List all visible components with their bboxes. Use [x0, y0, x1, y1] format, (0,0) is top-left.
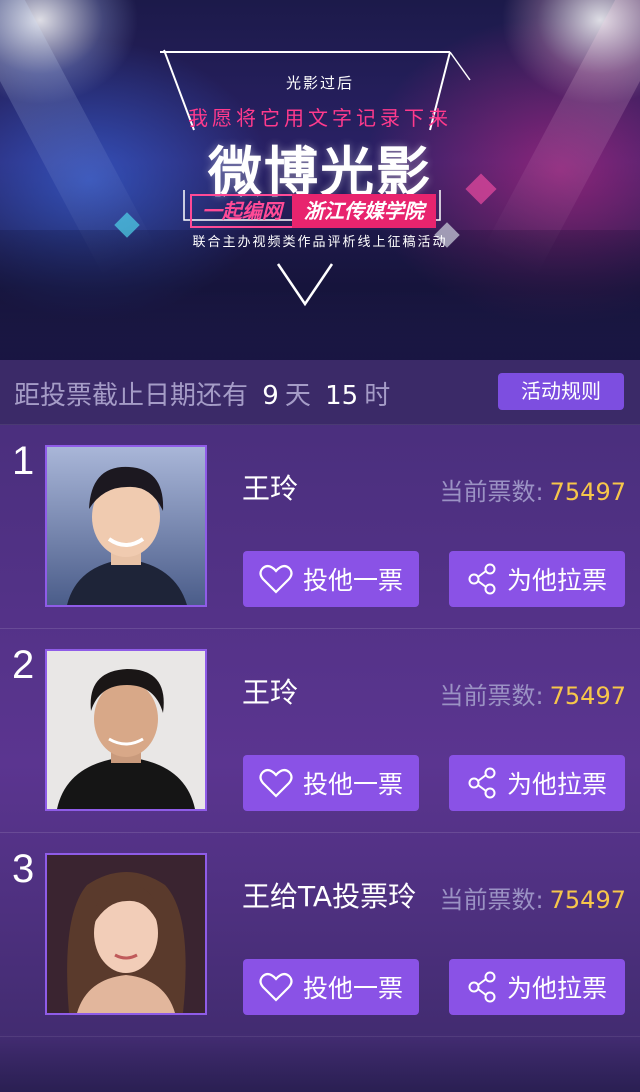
share-icon — [467, 767, 497, 799]
candidate-name: 王玲 — [242, 472, 299, 505]
candidate-photo[interactable] — [45, 853, 207, 1015]
share-icon — [467, 563, 497, 595]
banner-subtitle: 联合主办视频类作品评析线上征稿活动 — [192, 235, 448, 250]
share-button[interactable]: 为他拉票 — [449, 959, 625, 1015]
candidate-name: 王玲 — [242, 676, 299, 709]
vote-button[interactable]: 投他一票 — [243, 755, 419, 811]
share-button[interactable]: 为他拉票 — [449, 755, 625, 811]
countdown-days: 9 — [262, 381, 279, 411]
countdown-prefix: 距投票截止日期还有 — [14, 381, 249, 411]
countdown-hours-unit: 时 — [364, 381, 391, 411]
countdown-text: 距投票截止日期还有 9天 15 时 — [14, 375, 390, 412]
share-button-label: 为他拉票 — [506, 566, 607, 595]
vote-button[interactable]: 投他一票 — [243, 959, 419, 1015]
candidate-photo[interactable] — [45, 445, 207, 607]
banner-line1: 光影过后 — [285, 74, 354, 92]
rank-number: 1 — [12, 439, 35, 483]
vote-button-label: 投他一票 — [302, 974, 403, 1003]
rank-number: 3 — [12, 847, 35, 891]
candidate-name: 王给TA投票玲 — [242, 880, 417, 913]
candidate-photo[interactable] — [45, 649, 207, 811]
chevron-down-icon — [276, 263, 334, 307]
heart-icon — [259, 768, 293, 798]
candidate-list: 1 王玲 当前票数: 75497 投他一票 为他拉票 2 王玲 当前票数: 75… — [0, 425, 640, 1037]
list-item: 2 王玲 当前票数: 75497 投他一票 为他拉票 — [0, 629, 640, 833]
banner-tag-partner: 一起编网 — [190, 194, 292, 228]
countdown-hours: 15 — [325, 381, 359, 411]
vote-button[interactable]: 投他一票 — [243, 551, 419, 607]
vote-count: 当前票数: 75497 — [440, 676, 626, 711]
vote-count: 当前票数: 75497 — [440, 472, 626, 507]
countdown-days-unit: 天 — [284, 381, 311, 411]
share-button[interactable]: 为他拉票 — [449, 551, 625, 607]
vote-count: 当前票数: 75497 — [440, 880, 626, 915]
vote-count-number: 75497 — [549, 682, 626, 710]
banner-line2: 我愿将它用文字记录下来 — [188, 106, 452, 130]
share-icon — [467, 971, 497, 1003]
heart-icon — [259, 564, 293, 594]
header-banner: 光影过后 我愿将它用文字记录下来 微博光影 一起编网 浙江传媒学院 联合主办视频… — [0, 0, 640, 360]
share-button-label: 为他拉票 — [506, 974, 607, 1003]
page-footer-space — [0, 1034, 640, 1092]
vote-count-label: 当前票数: — [439, 886, 544, 914]
vote-count-label: 当前票数: — [439, 478, 544, 506]
banner-tag-school: 浙江传媒学院 — [292, 194, 436, 228]
vote-count-number: 75497 — [549, 886, 626, 914]
vote-count-label: 当前票数: — [439, 682, 544, 710]
vote-button-label: 投他一票 — [302, 770, 403, 799]
list-item: 3 王给TA投票玲 当前票数: 75497 投他一票 为他拉票 — [0, 833, 640, 1037]
share-button-label: 为他拉票 — [506, 770, 607, 799]
heart-icon — [259, 972, 293, 1002]
rank-number: 2 — [12, 643, 35, 687]
banner-tags: 一起编网 浙江传媒学院 — [190, 194, 436, 228]
list-item: 1 王玲 当前票数: 75497 投他一票 为他拉票 — [0, 425, 640, 629]
vote-button-label: 投他一票 — [302, 566, 403, 595]
rules-button[interactable]: 活动规则 — [498, 373, 624, 410]
vote-count-number: 75497 — [549, 478, 626, 506]
